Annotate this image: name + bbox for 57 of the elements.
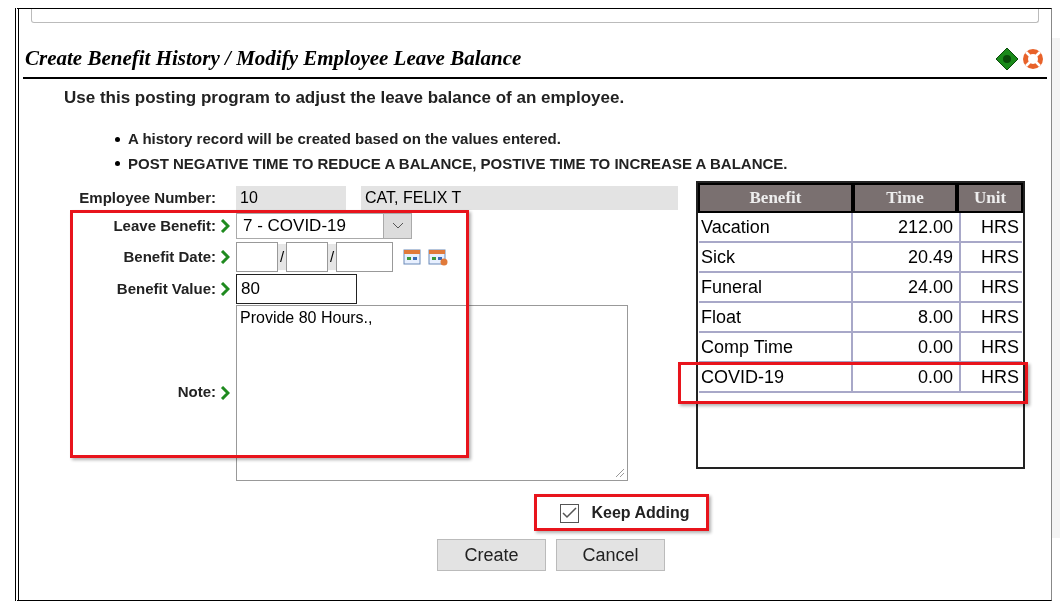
- resize-handle-icon[interactable]: [615, 468, 625, 478]
- bullet-text: A history record will be created based on the values entered.: [128, 129, 561, 149]
- table-cell-text: Funeral: [700, 275, 764, 299]
- year-field[interactable]: [336, 242, 393, 272]
- top-field[interactable]: [31, 9, 1039, 23]
- page-title: Create Benefit History / Modify Employee Leave Balance: [24, 45, 522, 72]
- table-cell: 0.00: [851, 333, 959, 361]
- table-cell: HRS: [959, 363, 1022, 391]
- column-header: Time: [851, 185, 955, 211]
- month-field[interactable]: [236, 242, 278, 272]
- benefit-value-field[interactable]: 80: [236, 274, 357, 304]
- chevron-icon: [220, 250, 230, 264]
- chevron-icon: [220, 282, 230, 296]
- table-cell: 24.00: [851, 273, 959, 301]
- field-label: Note:: [177, 382, 216, 403]
- table-cell: 0.00: [851, 363, 959, 391]
- checkbox-label: Keep Adding: [591, 503, 690, 523]
- field-label: Employee Number:: [79, 187, 216, 208]
- date-separator: /: [278, 244, 286, 270]
- table-cell: HRS: [959, 303, 1022, 331]
- field-label: Benefit Value:: [116, 278, 216, 299]
- column-header: Benefit: [748, 187, 803, 210]
- caret-icon: [391, 222, 404, 230]
- table-cell-text: Float: [700, 305, 743, 329]
- table-cell-text: Sick: [700, 245, 736, 269]
- bullet-icon: [115, 161, 120, 167]
- intro-text: Use this posting program to adjust the leave balance of an employee.: [63, 86, 626, 109]
- table-cell: 20.49: [851, 243, 959, 271]
- diamond-icon[interactable]: [995, 46, 1019, 71]
- employee-number-field: 10: [236, 186, 346, 210]
- chevron-icon: [220, 219, 230, 233]
- leave-benefit-select[interactable]: 7 - COVID-19: [236, 213, 412, 239]
- table-cell: HRS: [959, 213, 1022, 241]
- table-cell: 212.00: [851, 213, 959, 241]
- table-cell-text: COVID-19: [700, 365, 786, 389]
- employee-name-field: CAT, FELIX T: [361, 186, 678, 210]
- table-cell-text: Vacation: [700, 215, 771, 239]
- column-header: Unit: [955, 185, 1021, 211]
- date-separator: /: [328, 244, 336, 270]
- table-cell: HRS: [959, 333, 1022, 361]
- keep-adding-checkbox[interactable]: [560, 503, 580, 523]
- bullet-icon: [115, 136, 120, 142]
- create-button[interactable]: Create: [437, 539, 546, 571]
- cancel-button[interactable]: Cancel: [556, 539, 665, 571]
- bullet-text: POST NEGATIVE TIME TO REDUCE A BALANCE, POSTIVE TIME TO INCREASE A BALANCE.: [128, 153, 788, 174]
- table-cell: HRS: [959, 273, 1022, 301]
- check-icon: [562, 507, 578, 519]
- table-cell: HRS: [959, 243, 1022, 271]
- table-cell-text: Comp Time: [700, 335, 795, 359]
- note-field[interactable]: Provide 80 Hours.,: [236, 305, 628, 481]
- calendar-clock-icon[interactable]: [428, 248, 448, 266]
- table-cell: 8.00: [851, 303, 959, 331]
- calendar-icon[interactable]: [403, 248, 423, 266]
- field-label: Benefit Date:: [123, 246, 216, 267]
- chevron-icon: [220, 385, 230, 400]
- field-label: Leave Benefit:: [113, 215, 216, 236]
- day-field[interactable]: [286, 242, 328, 272]
